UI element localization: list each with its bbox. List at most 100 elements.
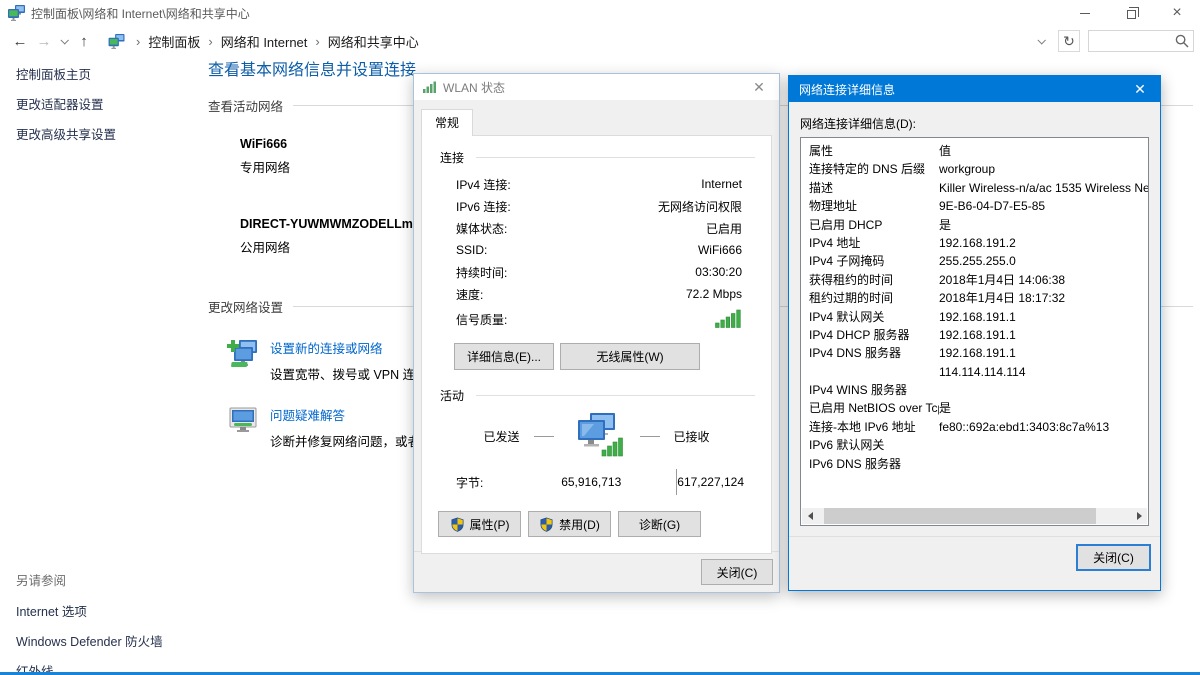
address-bar[interactable]: ›控制面板 ›网络和 Internet ›网络和共享中心	[102, 29, 1056, 53]
sent-label: 已发送	[483, 428, 519, 445]
stat-value: 03:30:20	[695, 265, 742, 279]
diagnose-button[interactable]: 诊断(G)	[618, 511, 701, 537]
back-button[interactable]: ←	[8, 33, 32, 50]
dash-line	[534, 436, 554, 437]
bytes-label: 字节:	[456, 474, 512, 491]
tab-general[interactable]: 常规	[421, 109, 473, 136]
window-controls: ×	[1062, 0, 1200, 26]
details-row: 已启用 DHCP 是	[801, 216, 1148, 234]
details-row: IPv4 DNS 服务器 192.168.191.1	[801, 344, 1148, 362]
properties-button[interactable]: 属性(P)	[438, 511, 521, 537]
scrollbar-track[interactable]	[818, 508, 1131, 524]
property-cell: IPv4 DHCP 服务器	[801, 326, 939, 344]
task-new-connection-link[interactable]: 设置新的连接或网络	[270, 338, 431, 357]
value-cell: 192.168.191.1	[939, 344, 1148, 362]
see-also-link[interactable]: Windows Defender 防火墙	[16, 631, 163, 650]
stat-label: IPv4 连接:	[456, 176, 511, 193]
stat-value: 无网络访问权限	[658, 198, 742, 215]
up-button[interactable]: ↑	[72, 33, 96, 50]
stat-row: 持续时间: 03:30:20	[456, 261, 742, 283]
search-box	[1088, 30, 1194, 52]
footer-divider	[789, 536, 1160, 537]
signal-quality-bars-icon	[715, 308, 742, 331]
close-button[interactable]: ×	[1154, 0, 1200, 26]
search-input[interactable]	[1093, 33, 1175, 49]
breadcrumb-separator-icon: ›	[208, 34, 212, 49]
horizontal-scrollbar[interactable]	[802, 508, 1147, 524]
sidebar-item[interactable]: 控制面板主页	[16, 64, 196, 83]
sidebar-item[interactable]: 更改适配器设置	[16, 94, 196, 113]
window-titlebar: 控制面板\网络和 Internet\网络和共享中心 ×	[0, 0, 1200, 26]
new-connection-icon	[226, 338, 260, 370]
minimize-icon	[1080, 13, 1090, 14]
bytes-row: 字节: 65,916,713 617,227,124	[456, 469, 744, 495]
property-cell: 租约过期的时间	[801, 289, 939, 307]
wifi-signal-icon	[423, 81, 437, 93]
scroll-right-arrow-icon[interactable]	[1131, 508, 1147, 524]
minimize-button[interactable]	[1062, 0, 1108, 26]
details-header-row: 属性 值	[801, 142, 1148, 160]
wlan-close-button[interactable]: 关闭(C)	[701, 559, 773, 585]
details-list-label: 网络连接详细信息(D):	[800, 115, 1149, 132]
details-row: 物理地址 9E-B6-04-D7-E5-85	[801, 197, 1148, 215]
see-also-section: 另请参阅 Internet 选项 Windows Defender 防火墙 红外…	[16, 570, 163, 675]
sidebar: 控制面板主页 更改适配器设置 更改高级共享设置	[16, 64, 196, 154]
value-cell: 192.168.191.2	[939, 234, 1148, 252]
stat-label: 速度:	[456, 286, 483, 303]
refresh-button[interactable]: ↻	[1058, 30, 1080, 52]
breadcrumb-separator-icon: ›	[136, 34, 140, 49]
details-close-button[interactable]: 关闭(C)	[1076, 544, 1151, 571]
wlan-dialog-titlebar: WLAN 状态 ✕	[414, 74, 779, 100]
value-cell: 192.168.191.1	[939, 326, 1148, 344]
breadcrumb-item[interactable]: 控制面板	[148, 32, 200, 51]
wlan-tab-page: 连接 IPv4 连接: Internet IPv6 连接: 无网络访问权限	[421, 135, 772, 554]
activity-computers-icon	[568, 412, 626, 461]
wlan-dialog-footer: 关闭(C)	[414, 551, 779, 592]
details-row: 描述 Killer Wireless-n/a/ac 1535 Wireless …	[801, 179, 1148, 197]
disable-button-label: 禁用(D)	[559, 516, 600, 533]
bytes-sent-value: 65,916,713	[512, 475, 622, 489]
breadcrumb-item[interactable]: 网络和 Internet	[221, 32, 308, 51]
navigation-bar: ← → ↑ ›控制面板 ›网络和 Internet ›网络和共享中心 ↻	[0, 26, 1200, 56]
uac-shield-icon	[539, 517, 554, 532]
wireless-properties-button[interactable]: 无线属性(W)	[560, 343, 700, 370]
details-close-icon[interactable]: ✕	[1120, 76, 1160, 102]
stat-value: 72.2 Mbps	[686, 287, 742, 301]
property-cell: IPv4 地址	[801, 234, 939, 252]
property-cell: IPv6 DNS 服务器	[801, 455, 939, 473]
forward-button[interactable]: →	[32, 33, 56, 50]
restore-button[interactable]	[1108, 0, 1154, 26]
received-label: 已接收	[674, 428, 710, 445]
properties-button-label: 属性(P)	[470, 516, 510, 533]
breadcrumb-item[interactable]: 网络和共享中心	[328, 32, 419, 51]
details-dialog-titlebar: 网络连接详细信息 ✕	[789, 76, 1160, 102]
property-cell: IPv4 子网掩码	[801, 252, 939, 270]
details-row: 租约过期的时间 2018年1月4日 18:17:32	[801, 289, 1148, 307]
activity-group-label: 活动	[440, 387, 464, 404]
value-cell	[939, 455, 1148, 473]
value-cell: 2018年1月4日 18:17:32	[939, 289, 1148, 307]
scroll-left-arrow-icon[interactable]	[802, 508, 818, 524]
scrollbar-thumb[interactable]	[824, 508, 1096, 524]
wlan-close-icon[interactable]: ✕	[739, 74, 779, 100]
recent-pages-chevron-icon[interactable]	[56, 38, 72, 44]
sidebar-item[interactable]: 更改高级共享设置	[16, 124, 196, 143]
control-panel-window: 控制面板\网络和 Internet\网络和共享中心 × ← → ↑ ›控制面板 …	[0, 0, 1200, 675]
address-dropdown-icon[interactable]	[1030, 38, 1052, 44]
details-button[interactable]: 详细信息(E)...	[454, 343, 554, 370]
search-icon	[1175, 34, 1189, 48]
property-cell: 描述	[801, 179, 939, 197]
wlan-detail-buttons: 详细信息(E)... 无线属性(W)	[454, 343, 771, 370]
details-row: 已启用 NetBIOS over Tcpip 是	[801, 399, 1148, 417]
disable-button[interactable]: 禁用(D)	[528, 511, 611, 537]
stat-label: SSID:	[456, 243, 487, 257]
connection-group-header: 连接	[440, 149, 755, 166]
details-listbox: 属性 值 连接特定的 DNS 后缀 workgroup 描述 Killer Wi…	[800, 137, 1149, 526]
group-divider	[476, 157, 755, 158]
property-cell: IPv6 默认网关	[801, 436, 939, 454]
property-cell: 已启用 DHCP	[801, 216, 939, 234]
property-cell: 连接特定的 DNS 后缀	[801, 160, 939, 178]
see-also-link[interactable]: Internet 选项	[16, 601, 163, 620]
window-title: 控制面板\网络和 Internet\网络和共享中心	[31, 5, 250, 22]
see-also-link[interactable]: 红外线	[16, 661, 163, 675]
